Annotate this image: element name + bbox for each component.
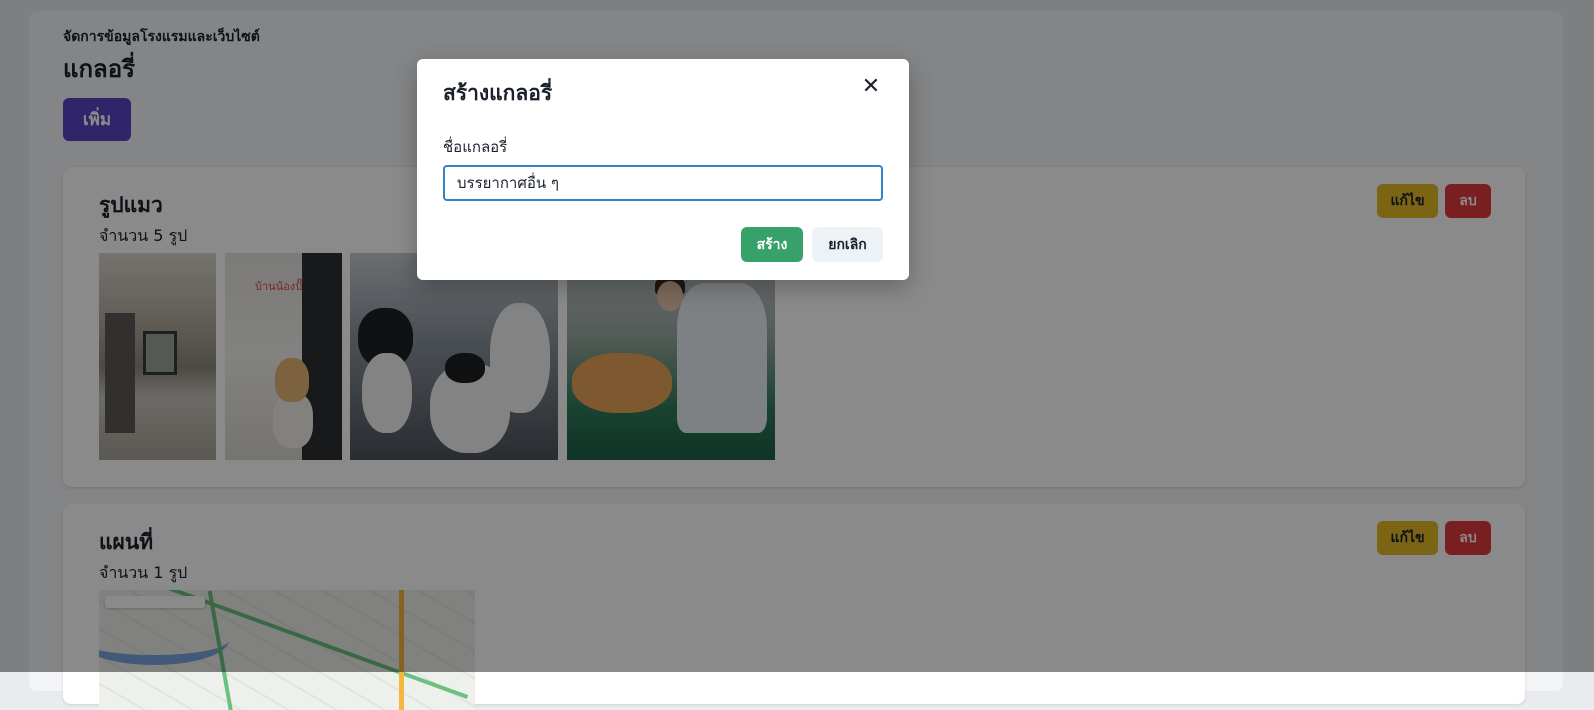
create-gallery-dialog: สร้างแกลอรี่ ✕ ชื่อแกลอรี่ สร้าง ยกเลิก <box>417 59 909 280</box>
gallery-name-input[interactable] <box>443 165 883 201</box>
close-icon[interactable]: ✕ <box>857 73 885 101</box>
dialog-title: สร้างแกลอรี่ <box>443 81 553 105</box>
create-button[interactable]: สร้าง <box>741 227 803 262</box>
cancel-button[interactable]: ยกเลิก <box>812 227 883 262</box>
gallery-name-label: ชื่อแกลอรี่ <box>443 138 508 156</box>
